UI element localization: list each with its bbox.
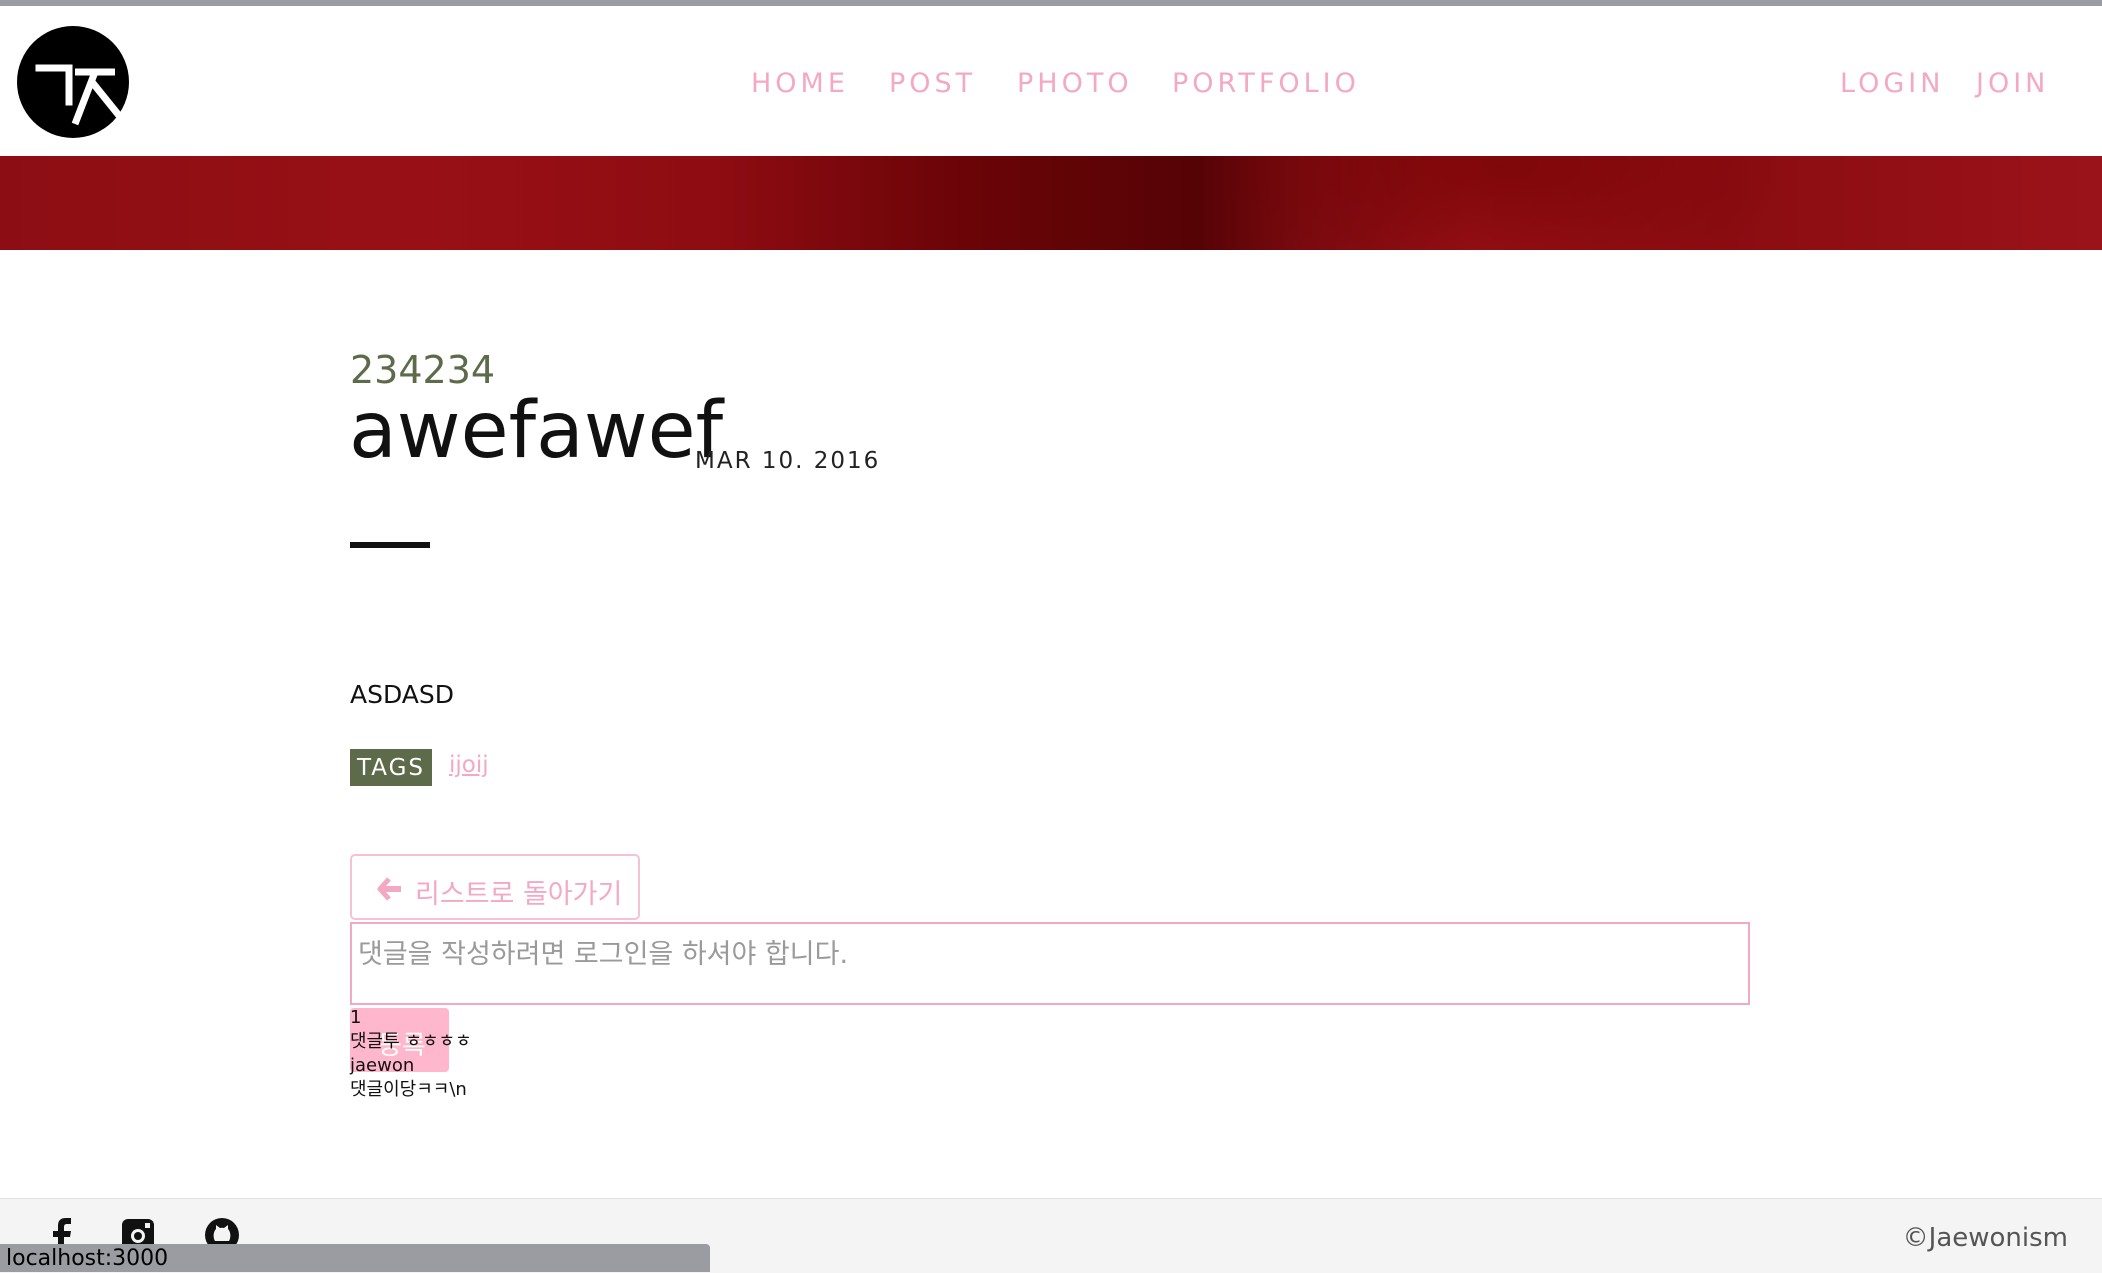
title-divider	[350, 542, 430, 548]
comment-placeholder: 댓글을 작성하려면 로그인을 하셔야 합니다.	[358, 939, 849, 970]
comment-text: 댓글투 ㅎㅎㅎㅎ	[350, 1031, 472, 1052]
comment-author: jaewon	[350, 1055, 415, 1076]
post-title: awefawef	[349, 386, 724, 476]
login-link[interactable]: LOGIN	[1840, 68, 1944, 99]
join-link[interactable]: JOIN	[1976, 68, 2049, 99]
logo-glyph-icon	[35, 64, 124, 126]
nav-home[interactable]: HOME	[751, 68, 849, 99]
nav-photo[interactable]: PHOTO	[1017, 68, 1133, 99]
back-to-list-button[interactable]: 리스트로 돌아가기	[350, 854, 640, 920]
status-url: localhost:3000	[6, 1246, 169, 1271]
comment-author: 1	[350, 1007, 362, 1028]
comment-text: 댓글이당ㅋㅋ\n	[350, 1079, 467, 1100]
nav-post[interactable]: POST	[889, 68, 976, 99]
nav-portfolio[interactable]: PORTFOLIO	[1172, 68, 1360, 99]
site-header: HOME POST PHOTO PORTFOLIO LOGIN JOIN	[0, 6, 2102, 156]
comment-input[interactable]: 댓글을 작성하려면 로그인을 하셔야 합니다.	[350, 922, 1750, 1005]
copyright-text: ©Jaewonism	[1902, 1223, 2068, 1253]
arrow-left-icon	[377, 877, 401, 901]
post-body: ASDASD	[350, 680, 455, 709]
site-logo[interactable]	[17, 26, 129, 138]
tag-link[interactable]: ijoij	[449, 752, 489, 778]
header-banner-image	[0, 156, 2102, 250]
tags-label: TAGS	[350, 749, 432, 786]
back-to-list-label: 리스트로 돌아가기	[415, 879, 623, 910]
post-date: MAR 10. 2016	[695, 448, 881, 474]
browser-status-bar: localhost:3000	[0, 1244, 710, 1272]
comment-list: 1 댓글투 ㅎㅎㅎㅎ jaewon 댓글이당ㅋㅋ\n	[350, 1006, 472, 1102]
